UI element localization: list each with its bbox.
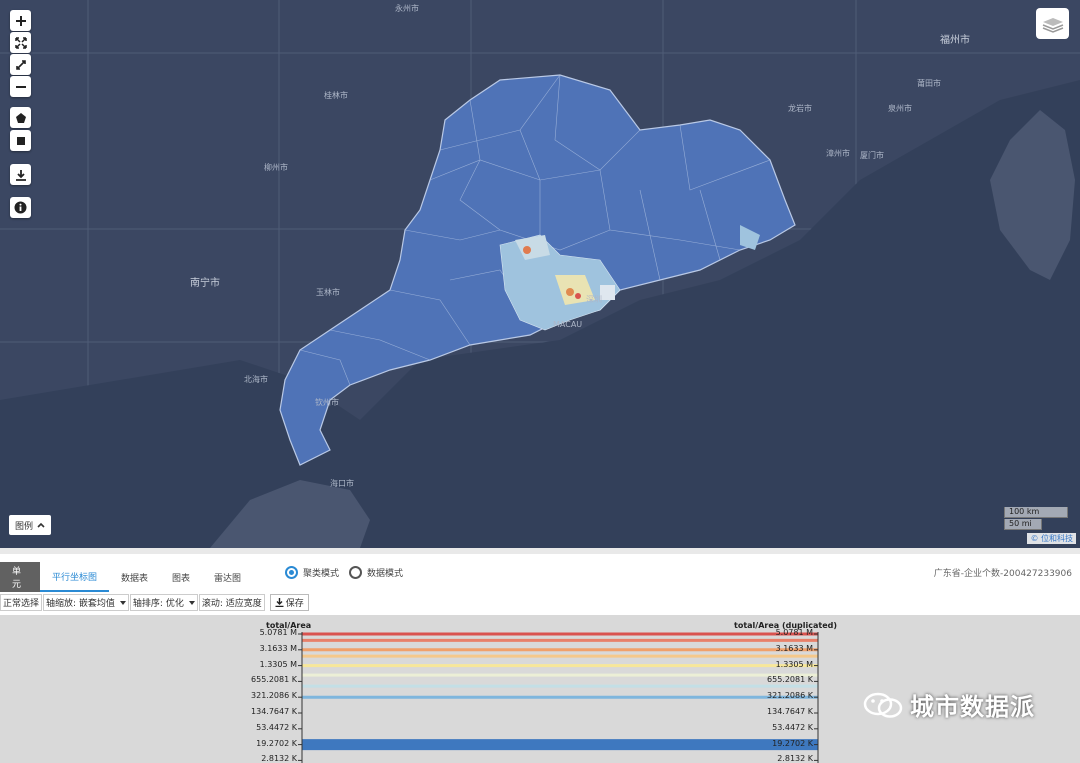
tab-chart[interactable]: 图表 [160, 562, 202, 592]
tab-unit[interactable]: 单元 [0, 562, 40, 592]
select-mode-button[interactable]: 正常选择 [0, 594, 43, 611]
axis-tick-label: 3.1633 M [259, 643, 297, 653]
draw-rectangle-button[interactable] [10, 130, 31, 151]
chevron-up-icon [37, 522, 45, 528]
bottom-panel: 单元 平行坐标图 数据表 图表 雷达图 聚类模式 数据模式 广东省-企业个数-2… [0, 548, 1080, 763]
radio-unselected-icon[interactable] [349, 566, 363, 579]
axis-tick-label: 1.3305 M [259, 659, 297, 669]
map-label: 泉州市 [888, 104, 912, 113]
axis-tick-label: 655.2081 K [767, 675, 813, 685]
map-label: 莆田市 [917, 79, 941, 88]
axis-tick-label: 3.1633 M [775, 643, 813, 653]
axis-tick-label: 19.2702 K [256, 738, 297, 748]
info-icon [14, 201, 27, 214]
measure-button[interactable] [10, 54, 31, 75]
axis-tick-label: 5.0781 M [775, 628, 813, 637]
map-label: 柳州市 [264, 163, 288, 172]
chart-toolbar: 正常选择 轴缩放: 嵌套均值 轴排序: 优化 滚动: 适应宽度 保存 [0, 594, 309, 612]
draw-rectangle-icon [16, 136, 25, 145]
map-label: 钦州市 [315, 398, 339, 407]
fullscreen-button[interactable] [10, 32, 31, 53]
fullscreen-icon [14, 36, 27, 49]
tab-data-table[interactable]: 数据表 [109, 562, 160, 592]
map-label: 北海市 [244, 375, 268, 384]
chevron-down-icon [188, 600, 195, 605]
save-button[interactable]: 保存 [269, 594, 309, 611]
map-label: 龙岩市 [788, 104, 812, 113]
mode-switch: 聚类模式 数据模式 [285, 566, 403, 579]
axis-tick-label: 321.2086 K [251, 691, 297, 701]
axis-tick-label: 134.7647 K [251, 707, 297, 716]
map-label: 厦门市 [860, 151, 884, 160]
map-label: 桂林市 [324, 91, 348, 100]
map-label: MACAU [553, 320, 583, 329]
map-label: 南宁市 [190, 278, 220, 289]
legend-toggle-button[interactable]: 图例 [9, 515, 52, 535]
dataset-title: 广东省-企业个数-200427233906 [933, 569, 1072, 579]
mode-data[interactable]: 数据模式 [349, 566, 403, 579]
save-label: 保存 [285, 599, 304, 609]
axis-tick-label: 5.0781 M [259, 628, 297, 637]
map-label: 深圳 [586, 295, 602, 304]
axis-tick-label: 1.3305 M [775, 659, 813, 669]
mode-cluster[interactable]: 聚类模式 [285, 566, 339, 579]
zoom-in-button[interactable] [10, 10, 31, 31]
map-label: 福州市 [940, 35, 970, 46]
tab-radar-chart[interactable]: 雷达图 [202, 562, 253, 592]
scale-bar-mi: 50 mi [1004, 519, 1042, 530]
map-attribution[interactable]: © 位和科技 [1027, 533, 1076, 544]
zoom-out-icon [15, 85, 26, 88]
zoom-in-icon [15, 15, 26, 26]
map-label: 漳州市 [826, 149, 850, 158]
draw-polygon-icon [15, 112, 26, 123]
radio-selected-icon[interactable] [285, 566, 298, 579]
tab-parallel-coordinates[interactable]: 平行坐标图 [40, 562, 110, 592]
map-view[interactable]: 福州市 南宁市 桂林市 柳州市 玉林市 北海市 海口市 厦门市 漳州市 莆田市 … [0, 0, 1080, 548]
measure-icon [15, 59, 26, 70]
axis-tick-label: 2.8132 K [777, 754, 813, 763]
axis-tick-label: 53.4472 K [256, 722, 297, 732]
mode-data-label: 数据模式 [367, 569, 404, 579]
watermark: 城市数据派 [862, 687, 1035, 722]
layers-icon [1042, 17, 1063, 33]
panel-tabs: 单元 平行坐标图 数据表 图表 雷达图 [0, 562, 253, 592]
scroll-mode-select[interactable]: 滚动: 适应宽度 [198, 594, 265, 611]
zoom-out-button[interactable] [10, 76, 31, 97]
axis-tick-label: 19.2702 K [772, 738, 813, 748]
axis-sort-label: 轴排序: 优化 [132, 599, 184, 609]
axis-sort-select[interactable]: 轴排序: 优化 [129, 594, 198, 611]
scale-bar-km: 100 km [1004, 507, 1068, 518]
wechat-icon [863, 692, 903, 718]
info-button[interactable] [10, 197, 31, 218]
map-label: 玉林市 [316, 288, 340, 297]
legend-label: 图例 [15, 521, 34, 532]
map-label: 海口市 [330, 479, 354, 488]
download-icon [275, 598, 284, 607]
axis-tick-label: 134.7647 K [767, 707, 813, 716]
layers-button[interactable] [1036, 8, 1069, 39]
download-button[interactable] [10, 164, 31, 185]
axis-tick-label: 321.2086 K [767, 691, 813, 701]
map-label: 永州市 [395, 4, 419, 13]
mode-cluster-label: 聚类模式 [303, 569, 340, 579]
chevron-down-icon [119, 600, 126, 605]
axis-tick-label: 655.2081 K [251, 675, 297, 685]
download-icon [15, 169, 26, 181]
axis-scale-select[interactable]: 轴缩放: 嵌套均值 [43, 594, 129, 611]
draw-polygon-button[interactable] [10, 107, 31, 128]
watermark-text: 城市数据派 [910, 693, 1035, 721]
axis-scale-label: 轴缩放: 嵌套均值 [46, 599, 115, 609]
axis-tick-label: 53.4472 K [772, 722, 813, 732]
axis-tick-label: 2.8132 K [261, 754, 297, 763]
